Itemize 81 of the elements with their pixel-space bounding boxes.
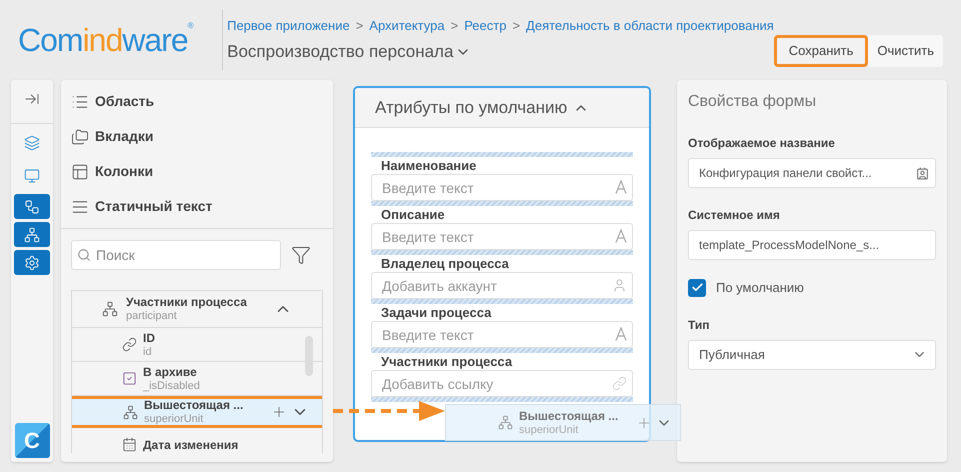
checkbox[interactable] [688,278,706,297]
search-icon [77,248,91,262]
item-label: Вышестоящая ... [519,408,618,422]
action-button[interactable]: Сохранить [774,35,868,67]
flow-icon [24,198,40,214]
contact-card-icon [916,166,929,180]
field-label: Тип [688,316,710,334]
settings-icon [24,254,40,270]
palette-item[interactable]: Область [61,84,333,119]
user-icon [612,278,627,293]
field-label: Участники процесса [380,353,514,370]
input-field[interactable]: Добавить ссылку [371,370,633,397]
item-label: Дата изменения [143,438,238,452]
palette-item[interactable]: Статичный текст [61,189,333,224]
field-label: Описание [380,206,446,223]
breadcrumb-separator: > [356,16,364,34]
item-sub: id [143,344,153,358]
letter-a-icon [615,180,627,194]
scrollbar-thumb[interactable] [305,336,313,376]
input-field[interactable]: Введите текст [371,321,633,348]
calendar-icon [122,437,137,452]
palette-item[interactable]: Вкладки [61,119,333,154]
item-sub: superiorUnit [144,412,204,426]
hierarchy-icon [498,415,513,430]
rail-button[interactable] [14,222,50,247]
panel-title: Свойства формы [688,92,818,112]
input-field[interactable]: template_ProcessModelNone_s... [688,230,936,260]
tree-item[interactable]: Вышестоящая ... superiorUnit [72,396,322,428]
hierarchy-icon [24,226,40,242]
field-label: Задачи процесса [380,304,492,321]
breadcrumb-link[interactable]: Деятельность в области проектирования [526,16,774,35]
letter-a-icon [615,327,627,341]
search-field[interactable]: Поиск [71,240,281,270]
field-label: Системное имя [688,207,781,224]
breadcrumb-separator: > [512,16,520,34]
item-label: В архиве [143,364,198,378]
item-label: Участники процесса [126,295,247,309]
breadcrumb-link[interactable]: Реестр [464,16,506,35]
type-select[interactable]: Публичная [688,340,936,370]
form-header[interactable]: Атрибуты по умолчанию [355,88,649,128]
logo-part: Com [18,21,83,60]
field-label: Владелец процесса [380,255,510,272]
field-label: Наименование [380,157,478,174]
input-field[interactable]: Введите текст [371,223,633,250]
breadcrumb-separator: > [450,16,458,34]
item-label: Вышестоящая ... [144,398,244,412]
item-sub: superiorUnit [519,422,580,436]
logo-part: ind [82,21,122,60]
collapse-icon [24,91,40,107]
link-icon [612,376,627,391]
link-icon [122,337,137,352]
layers-icon [24,135,40,151]
hierarchy-icon [123,404,138,420]
item-sub: participant [126,309,178,323]
hierarchy-icon [102,301,118,317]
breadcrumb-link[interactable]: Первое приложение [227,16,350,35]
checkbox-label: По умолчанию [716,279,804,297]
tree-group[interactable]: Участники процесса participant [72,291,322,328]
logo-part: ware [122,21,188,60]
folders-icon [71,128,89,146]
field-label: Отображаемое название [688,135,836,152]
filter-icon[interactable] [291,245,311,265]
registered-mark: ® [188,20,193,32]
checkbox-icon [122,371,137,386]
action-button[interactable]: Очистить [868,35,943,67]
plus-icon[interactable] [271,404,287,420]
input-field[interactable]: Добавить аккаунт [371,272,633,299]
item-sub: _isDisabled [143,378,200,392]
input-field[interactable]: Введите текст [371,174,633,201]
input-field[interactable]: Конфигурация панели свойст... [688,158,936,188]
palette-item[interactable]: Колонки [61,154,333,189]
rail-button[interactable] [14,250,50,275]
monitor-icon [24,168,40,184]
tree-item[interactable]: Дата изменения [72,428,322,453]
breadcrumb-link[interactable]: Архитектура [369,16,445,35]
item-label: ID [143,330,155,344]
page-title: Воспроизводство персонала [227,41,454,63]
rail-button[interactable] [14,194,50,219]
drag-ghost[interactable]: Вышестоящая ... superiorUnit [445,404,681,441]
letter-a-icon [615,229,627,243]
columns-icon [71,162,89,180]
